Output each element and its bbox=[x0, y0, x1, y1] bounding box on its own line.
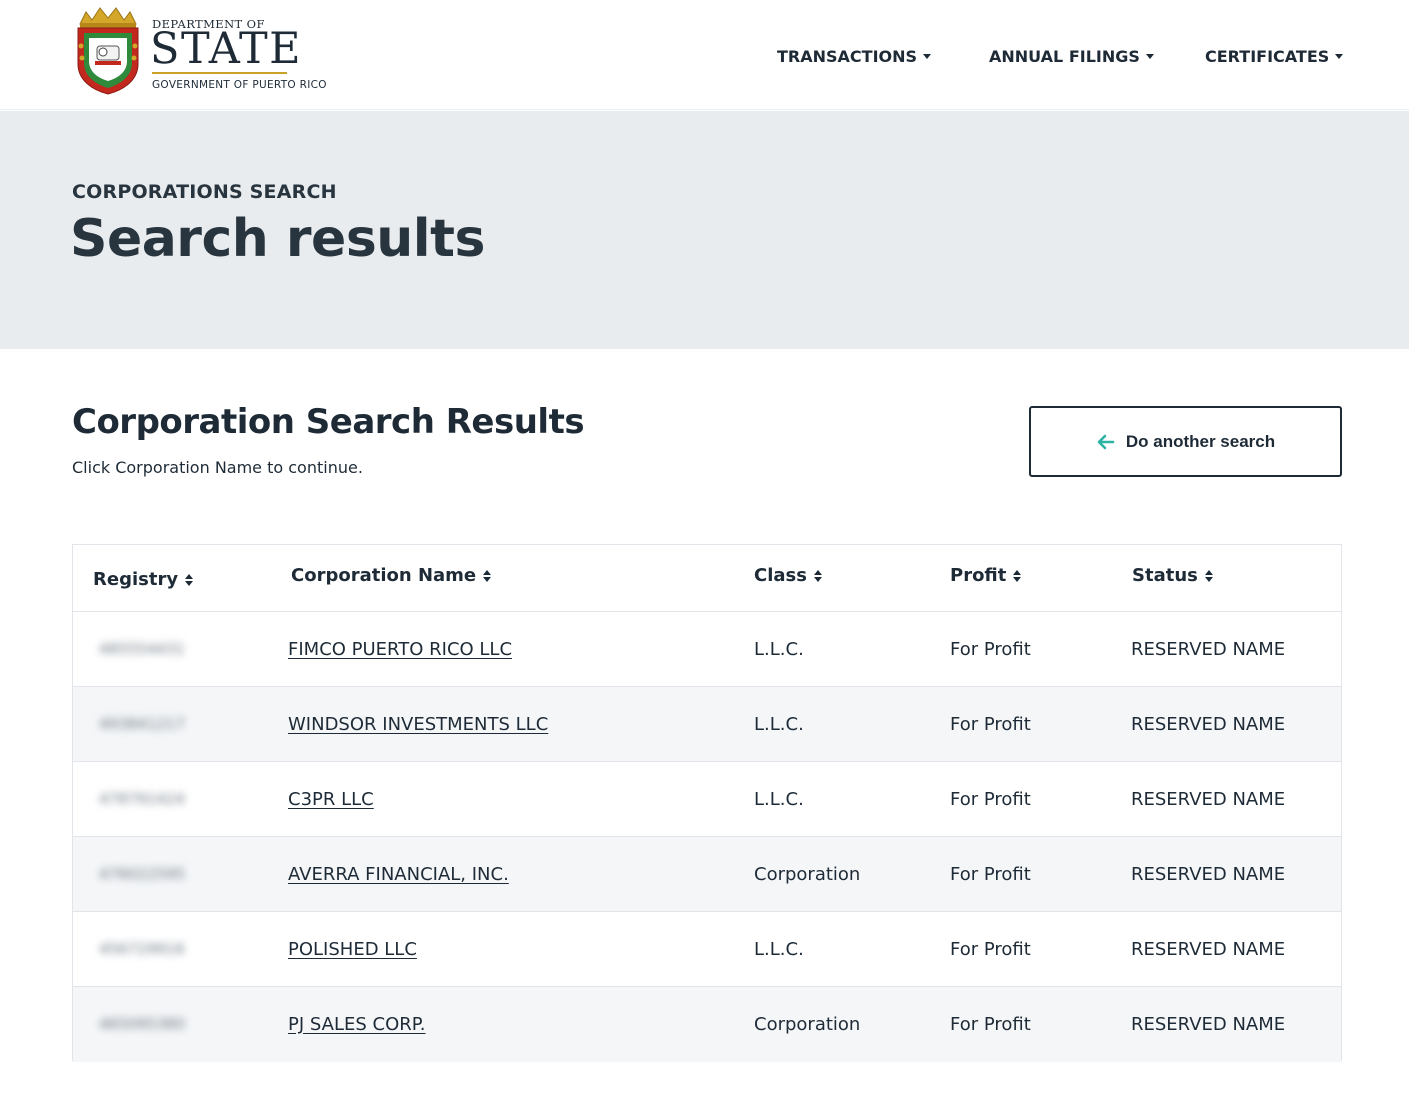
registry-value: 485554431 bbox=[99, 640, 185, 658]
name-cell: PJ SALES CORP. bbox=[288, 987, 426, 1061]
logo-state-text: STATE bbox=[150, 24, 303, 74]
registry-cell: 493841217 bbox=[99, 687, 185, 761]
column-label: Profit bbox=[950, 565, 1007, 586]
arrow-left-icon bbox=[1097, 434, 1115, 449]
name-cell: AVERRA FINANCIAL, INC. bbox=[288, 837, 509, 911]
nav-transactions[interactable]: TRANSACTIONS bbox=[777, 45, 932, 67]
column-status[interactable]: Status bbox=[1132, 565, 1213, 586]
status-cell: RESERVED NAME bbox=[1131, 713, 1286, 735]
name-cell: WINDSOR INVESTMENTS LLC bbox=[288, 687, 548, 761]
column-profit[interactable]: Profit bbox=[950, 565, 1022, 586]
hero-banner: CORPORATIONS SEARCH Search results bbox=[0, 111, 1409, 349]
table-row: 493841217 WINDSOR INVESTMENTS LLC L.L.C.… bbox=[73, 687, 1341, 762]
registry-value: 456729916 bbox=[99, 940, 185, 958]
results-subtitle: Click Corporation Name to continue. bbox=[72, 458, 363, 477]
logo-divider bbox=[152, 72, 287, 74]
sort-icon bbox=[813, 569, 822, 582]
caret-down-icon bbox=[1335, 53, 1344, 59]
table-row: 456729916 POLISHED LLC L.L.C. For Profit… bbox=[73, 912, 1341, 987]
site-header: DEPARTMENT OF STATE GOVERNMENT OF PUERTO… bbox=[0, 0, 1409, 110]
caret-down-icon bbox=[923, 53, 932, 59]
corporation-name-link[interactable]: POLISHED LLC bbox=[288, 939, 417, 960]
name-cell: C3PR LLC bbox=[288, 762, 374, 836]
registry-value: 478791424 bbox=[99, 790, 185, 808]
logo-gov-text: GOVERNMENT OF PUERTO RICO bbox=[152, 79, 327, 91]
nav-certificates[interactable]: CERTIFICATES bbox=[1205, 45, 1344, 67]
column-label: Registry bbox=[93, 569, 179, 590]
corporation-name-link[interactable]: C3PR LLC bbox=[288, 789, 374, 810]
class-cell: Corporation bbox=[754, 1013, 861, 1035]
sort-icon bbox=[185, 573, 194, 586]
results-title: Corporation Search Results bbox=[72, 402, 585, 442]
column-corporation-name[interactable]: Corporation Name bbox=[291, 565, 492, 586]
registry-cell: 485554431 bbox=[99, 612, 185, 686]
corporation-name-link[interactable]: FIMCO PUERTO RICO LLC bbox=[288, 639, 512, 660]
results-table: Registry Corporation Name Class Profit S… bbox=[72, 544, 1342, 1062]
registry-value: 465095380 bbox=[99, 1015, 185, 1033]
registry-cell: 478791424 bbox=[99, 762, 185, 836]
nav-label: CERTIFICATES bbox=[1205, 46, 1330, 66]
status-cell: RESERVED NAME bbox=[1131, 788, 1286, 810]
corporation-name-link[interactable]: AVERRA FINANCIAL, INC. bbox=[288, 864, 509, 885]
registry-value: 493841217 bbox=[99, 715, 185, 733]
status-cell: RESERVED NAME bbox=[1131, 863, 1286, 885]
profit-cell: For Profit bbox=[950, 938, 1031, 960]
table-header: Registry Corporation Name Class Profit S… bbox=[73, 545, 1341, 612]
nav-label: TRANSACTIONS bbox=[777, 46, 918, 66]
table-row: 476022595 AVERRA FINANCIAL, INC. Corpora… bbox=[73, 837, 1341, 912]
profit-cell: For Profit bbox=[950, 713, 1031, 735]
registry-value: 476022595 bbox=[99, 865, 185, 883]
registry-cell: 476022595 bbox=[99, 837, 185, 911]
status-cell: RESERVED NAME bbox=[1131, 1013, 1286, 1035]
table-row: 478791424 C3PR LLC L.L.C. For Profit RES… bbox=[73, 762, 1341, 837]
nav-label: ANNUAL FILINGS bbox=[989, 46, 1140, 66]
status-cell: RESERVED NAME bbox=[1131, 938, 1286, 960]
profit-cell: For Profit bbox=[950, 638, 1031, 660]
sort-icon bbox=[1204, 569, 1213, 582]
column-label: Status bbox=[1132, 565, 1198, 586]
status-cell: RESERVED NAME bbox=[1131, 638, 1286, 660]
profit-cell: For Profit bbox=[950, 863, 1031, 885]
class-cell: L.L.C. bbox=[754, 938, 804, 960]
column-label: Class bbox=[754, 565, 807, 586]
profit-cell: For Profit bbox=[950, 1013, 1031, 1035]
registry-cell: 456729916 bbox=[99, 912, 185, 986]
corporation-name-link[interactable]: WINDSOR INVESTMENTS LLC bbox=[288, 714, 548, 735]
do-another-search-button[interactable]: Do another search bbox=[1029, 406, 1342, 477]
hero-eyebrow: CORPORATIONS SEARCH bbox=[72, 181, 337, 203]
registry-cell: 465095380 bbox=[99, 987, 185, 1061]
table-row: 485554431 FIMCO PUERTO RICO LLC L.L.C. F… bbox=[73, 612, 1341, 687]
seal-icon bbox=[77, 7, 139, 95]
sort-icon bbox=[483, 569, 492, 582]
do-another-search-label: Do another search bbox=[1125, 431, 1276, 451]
page-title: Search results bbox=[70, 209, 485, 269]
table-row: 465095380 PJ SALES CORP. Corporation For… bbox=[73, 987, 1341, 1062]
column-class[interactable]: Class bbox=[754, 565, 822, 586]
class-cell: L.L.C. bbox=[754, 638, 804, 660]
name-cell: FIMCO PUERTO RICO LLC bbox=[288, 612, 512, 686]
class-cell: L.L.C. bbox=[754, 713, 804, 735]
nav-annual-filings[interactable]: ANNUAL FILINGS bbox=[989, 45, 1154, 67]
profit-cell: For Profit bbox=[950, 788, 1031, 810]
caret-down-icon bbox=[1145, 53, 1154, 59]
column-registry[interactable]: Registry bbox=[93, 569, 194, 590]
class-cell: L.L.C. bbox=[754, 788, 804, 810]
name-cell: POLISHED LLC bbox=[288, 912, 417, 986]
class-cell: Corporation bbox=[754, 863, 861, 885]
column-label: Corporation Name bbox=[291, 565, 477, 586]
corporation-name-link[interactable]: PJ SALES CORP. bbox=[288, 1014, 426, 1035]
sort-icon bbox=[1013, 569, 1022, 582]
